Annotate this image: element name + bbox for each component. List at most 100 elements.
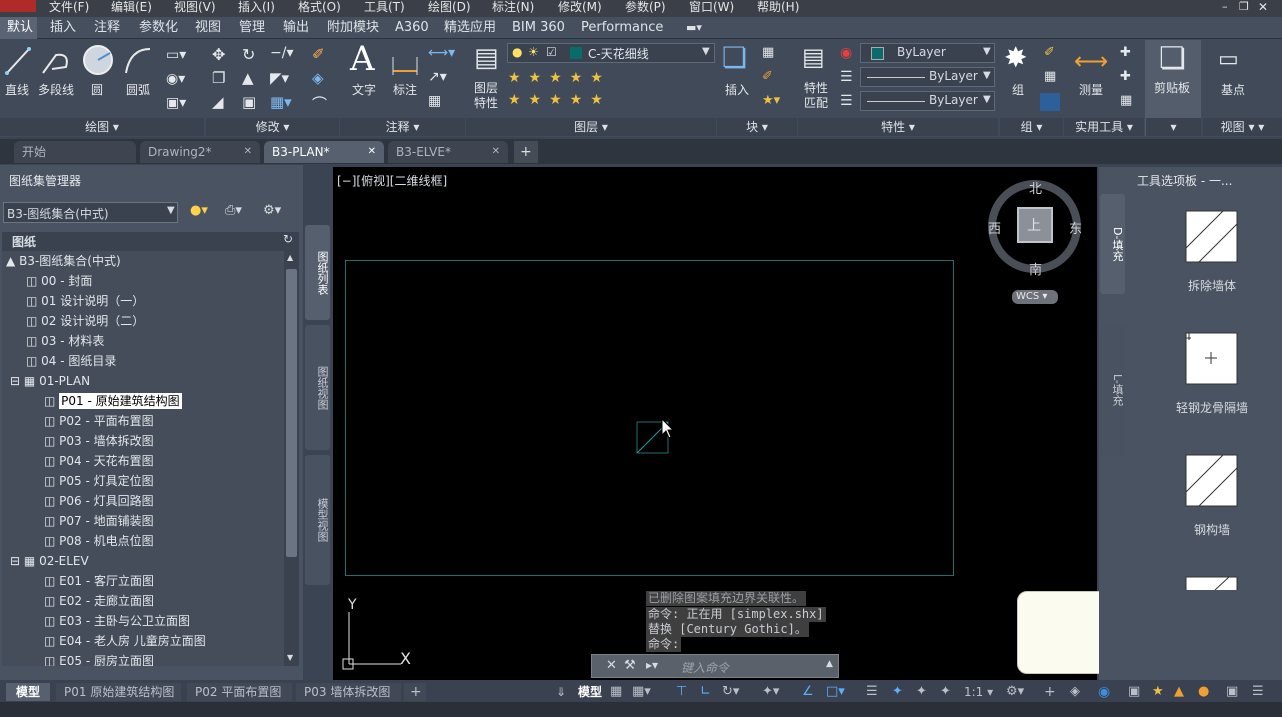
tab-output[interactable]: 输出 <box>283 17 309 39</box>
polyline-icon[interactable] <box>40 45 72 77</box>
grid-icon[interactable]: ▦ <box>610 683 622 701</box>
linetype-icon[interactable]: ☰ <box>840 69 853 85</box>
doc-tab-b3-plan[interactable]: B3-PLAN* ✕ <box>264 141 384 163</box>
tree-sheet[interactable]: ◫ 04 - 图纸目录 <box>2 351 116 371</box>
restore-icon[interactable]: ❐ <box>1239 0 1249 14</box>
menu-insert[interactable]: 插入(I) <box>238 0 275 14</box>
lineweight-dropdown[interactable]: ByLayer ▼ <box>860 91 995 111</box>
hatch-icon[interactable]: ◉▾ <box>166 71 185 87</box>
gradient-icon[interactable]: ▣▾ <box>166 95 186 111</box>
new-layout-icon[interactable]: + <box>404 683 426 701</box>
scale-value[interactable]: 1:1 ▾ <box>964 683 993 701</box>
polar-icon[interactable]: ↻▾ <box>722 683 739 701</box>
menu-window[interactable]: 窗口(W) <box>689 0 734 14</box>
linear-dim-icon[interactable]: ⟷▾ <box>428 45 455 61</box>
insert-block-icon[interactable]: ❏ <box>722 41 747 74</box>
explode-icon[interactable]: ◈ <box>312 69 324 87</box>
osnap-tracking-icon[interactable]: ✦▾ <box>762 683 779 701</box>
cmd-prompt-icon[interactable]: ▸▾ <box>646 658 658 672</box>
ortho-icon[interactable]: ∟ <box>700 683 711 701</box>
drawing-area[interactable]: [−][俯视][二维线框] 上 北 南 东 西 WCS ▾ Y X 已删除图案填… <box>333 167 1260 684</box>
annotation-visibility-icon[interactable]: ✦ <box>916 683 927 701</box>
clipboard-panel-title[interactable]: ▾ <box>1146 118 1201 136</box>
workspace-gear-icon[interactable]: ⚙▾ <box>1006 683 1024 701</box>
menu-view[interactable]: 视图(V) <box>174 0 216 14</box>
compass-west[interactable]: 西 <box>988 218 1001 237</box>
fullscreen-icon[interactable]: ▣ <box>1226 683 1238 701</box>
tree-sheet[interactable]: ◫ 01 设计说明（一） <box>2 291 144 311</box>
stretch-icon[interactable]: ◢ <box>212 93 224 111</box>
compass-south[interactable]: 南 <box>1029 259 1042 278</box>
tab-addins[interactable]: 附加模块 <box>327 17 379 39</box>
tab-options-icon[interactable]: ▬▾ <box>686 17 702 39</box>
tab-manage[interactable]: 管理 <box>239 17 265 39</box>
tab-parametric[interactable]: 参数化 <box>139 17 178 39</box>
auto-scale-icon[interactable]: ✦ <box>940 683 951 701</box>
layer-tools[interactable]: ★★★★★ ★★★★★ <box>508 67 648 113</box>
tab-l-hatch[interactable]: L-填充 <box>1100 324 1125 456</box>
isodraft-icon[interactable]: ∠ <box>802 683 814 701</box>
point-icon[interactable]: ✚ <box>1120 69 1131 84</box>
hatch-steel-stud-icon[interactable] <box>1185 332 1239 386</box>
layout-list-icon[interactable]: ⇓ <box>556 683 566 701</box>
layer-dropdown-arrow-icon[interactable]: ▼ <box>702 46 710 57</box>
hatch-steel-wall-icon[interactable] <box>1185 454 1239 508</box>
tree-group-elev[interactable]: ⊟ ▦ 02-ELEV <box>2 551 89 571</box>
draw-panel-title[interactable]: 绘图 ▾ <box>0 118 204 136</box>
text-icon[interactable]: A <box>350 39 375 79</box>
move-icon[interactable]: ✥ <box>212 45 225 64</box>
isolate-icon[interactable]: ◈ <box>1070 683 1080 701</box>
close-tab-icon[interactable]: ✕ <box>492 141 500 163</box>
mirror-icon[interactable]: ▲ <box>242 69 254 87</box>
snap-icon[interactable]: ▦▾ <box>632 683 651 701</box>
viewcube-face[interactable]: 上 <box>1017 207 1053 243</box>
clean-screen-icon[interactable]: ▣ <box>1128 683 1140 701</box>
measure-icon[interactable]: ⟷ <box>1074 47 1108 75</box>
copy-icon[interactable]: ❐ <box>212 69 225 87</box>
plus-icon[interactable]: + <box>1044 683 1056 701</box>
line-icon[interactable] <box>4 45 32 77</box>
edit-block-icon[interactable]: ✐ <box>762 69 773 84</box>
close-icon[interactable]: ✕ <box>1258 0 1268 14</box>
publish-icon[interactable]: ⎙▾ <box>225 203 242 218</box>
menu-edit[interactable]: 编辑(E) <box>111 0 152 14</box>
layer-freeze-icon[interactable]: ☀ <box>528 45 539 59</box>
color-wheel-icon[interactable]: ◉ <box>840 45 852 61</box>
properties-panel-title[interactable]: 特性 ▾ <box>798 118 998 136</box>
tab-view[interactable]: 视图 <box>195 17 221 39</box>
tree-sheet[interactable]: ◫ E01 - 客厅立面图 <box>2 571 154 591</box>
circle-icon[interactable] <box>82 43 114 77</box>
tree-group-plan[interactable]: ⊟ ▦ 01-PLAN <box>2 371 90 391</box>
collapse-icon[interactable]: ⊟ <box>10 374 20 388</box>
lineweight-icon[interactable]: ☰ <box>840 93 853 109</box>
trim-icon[interactable]: −/▾ <box>270 45 293 61</box>
tab-performance[interactable]: Performance <box>581 17 663 39</box>
lineweight-dropdown-arrow-icon[interactable]: ▼ <box>983 94 991 105</box>
leader-icon[interactable]: ↗▾ <box>428 69 447 85</box>
modify-panel-title[interactable]: 修改 ▾ <box>206 118 339 136</box>
compass-north[interactable]: 北 <box>1029 178 1042 197</box>
options-icon[interactable]: ⚙▾ <box>263 203 281 218</box>
notification-icon[interactable]: ★ <box>1152 683 1164 701</box>
menu-help[interactable]: 帮助(H) <box>757 0 799 14</box>
hardware-accel-icon[interactable]: ◉ <box>1098 683 1110 701</box>
refresh-icon[interactable]: ↻ <box>283 232 293 246</box>
scroll-up-icon[interactable]: ▲ <box>287 253 293 262</box>
menu-format[interactable]: 格式(O) <box>298 0 341 14</box>
layer-lock-icon[interactable]: ☑ <box>546 45 557 59</box>
tab-d-hatch[interactable]: D-填充 <box>1100 194 1125 294</box>
tree-sheet[interactable]: ◫ P06 - 灯具回路图 <box>2 491 154 511</box>
scroll-thumb[interactable] <box>286 269 297 557</box>
offset-icon[interactable]: ⌒ <box>312 93 327 114</box>
command-input[interactable]: 键入命令 <box>681 659 729 676</box>
tree-sheet[interactable]: ◫ P02 - 平面布置图 <box>2 411 154 431</box>
customize-icon[interactable]: ☰ <box>1252 683 1264 701</box>
lineweight-toggle-icon[interactable]: ☰ <box>866 683 878 701</box>
menu-file[interactable]: 文件(F) <box>49 0 89 14</box>
tree-sheet[interactable]: ◫ P04 - 天花布置图 <box>2 451 154 471</box>
layer-on-icon[interactable]: ● <box>512 45 522 59</box>
warning-icon[interactable]: ▲ <box>1174 683 1184 701</box>
tab-sheet-views[interactable]: 图纸视图 <box>305 325 330 450</box>
wrench-icon[interactable]: ⚒ <box>624 658 636 673</box>
utilities-panel-title[interactable]: 实用工具 ▾ <box>1064 118 1144 136</box>
